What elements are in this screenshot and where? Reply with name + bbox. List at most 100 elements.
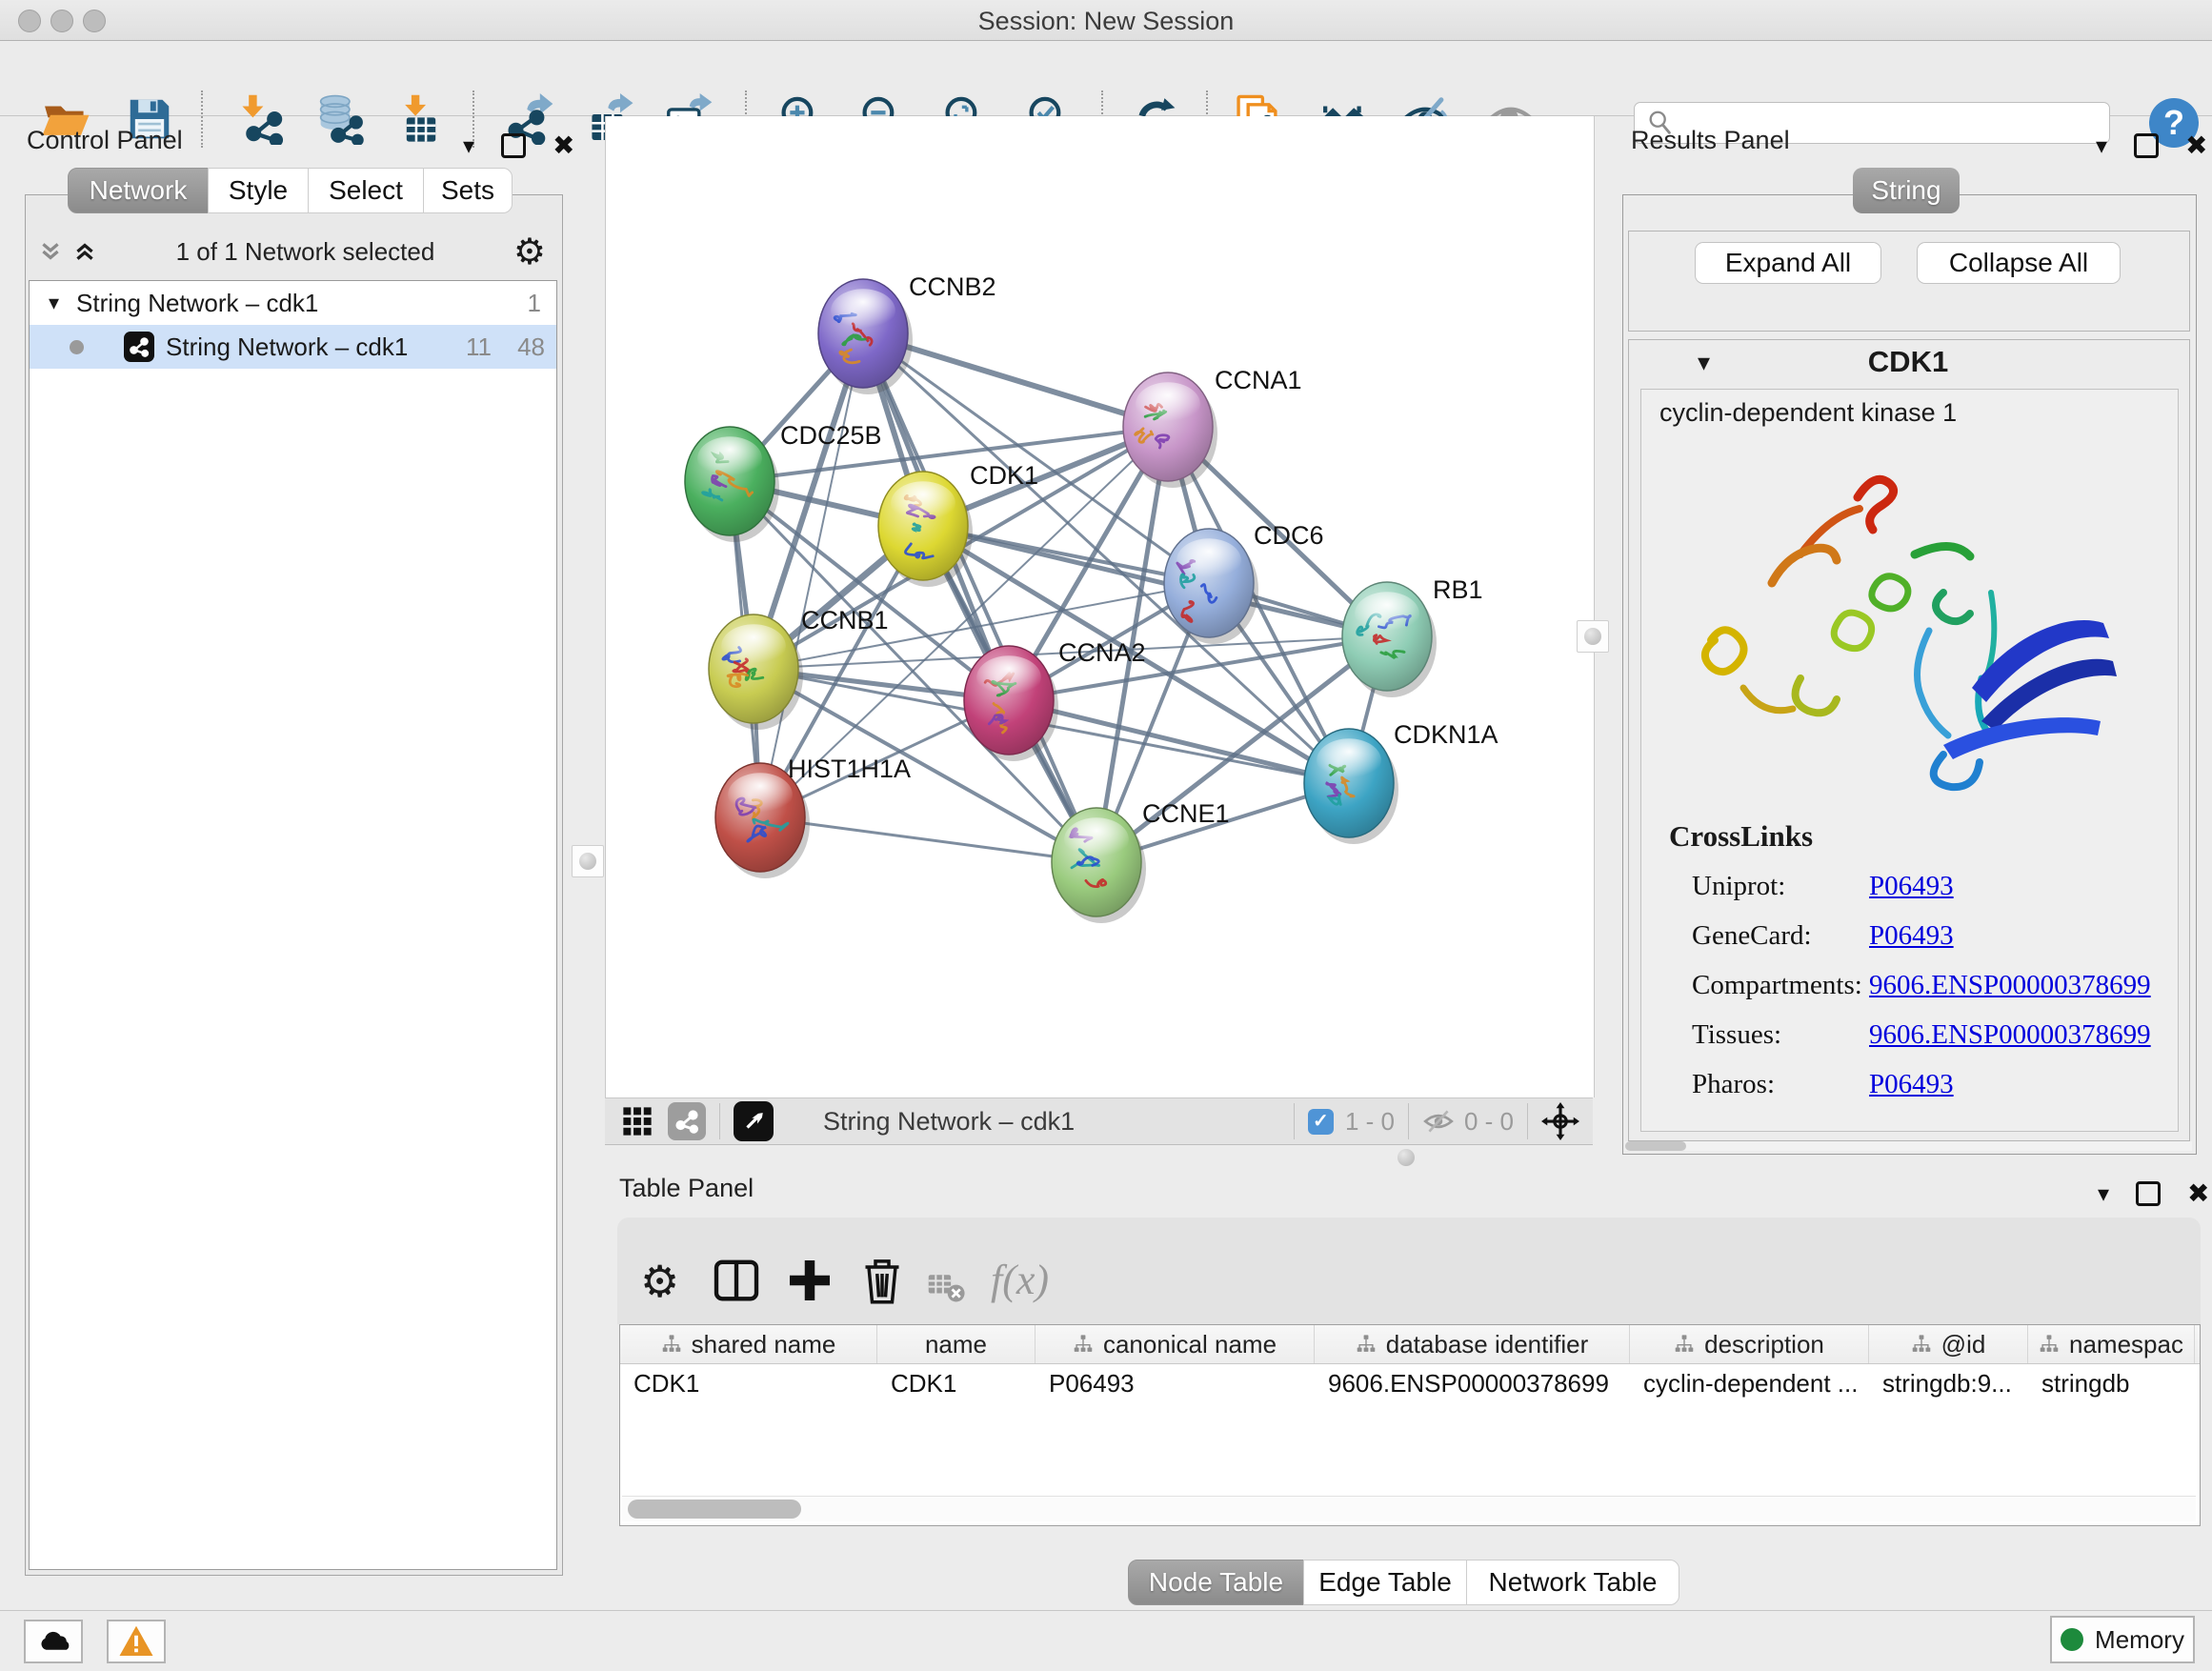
tab-string[interactable]: String <box>1853 168 1960 213</box>
show-columns-icon[interactable] <box>710 1254 763 1307</box>
network-node-CDK1[interactable] <box>878 472 973 587</box>
network-collection-label: String Network – cdk1 <box>76 289 318 318</box>
cloud-status-button[interactable] <box>24 1620 83 1663</box>
selected-checkbox-icon[interactable]: ✓ <box>1308 1109 1334 1135</box>
network-selection-status: 1 of 1 Network selected <box>97 237 513 267</box>
tree-expand-icon[interactable]: ▾ <box>49 292 59 315</box>
table-hscrollbar-thumb[interactable] <box>628 1500 801 1519</box>
network-node-CCNB1[interactable] <box>709 614 803 730</box>
table-panel-window-buttons: ▾ ✖ <box>2098 1178 2210 1209</box>
table-cell[interactable]: cyclin-dependent ... <box>1630 1364 1869 1402</box>
crosslink-row: GeneCard:P06493 <box>1692 911 2168 960</box>
table-hscrollbar[interactable] <box>622 1496 2196 1521</box>
selected-count: 1 - 0 <box>1345 1107 1395 1137</box>
network-node-CDKN1A[interactable] <box>1304 729 1398 844</box>
close-panel-icon[interactable]: ✖ <box>553 130 574 161</box>
column-header-name[interactable]: name <box>877 1325 1036 1363</box>
column-header--id[interactable]: @id <box>1869 1325 2028 1363</box>
tab-network[interactable]: Network <box>68 168 209 213</box>
network-node-CCNA2[interactable] <box>964 646 1058 761</box>
table-cell[interactable]: CDK1 <box>877 1364 1036 1402</box>
tab-edge-table[interactable]: Edge Table <box>1303 1560 1467 1605</box>
table-header-row: shared namenamecanonical namedatabase id… <box>620 1325 2200 1364</box>
footer-separator <box>1408 1103 1409 1139</box>
cloud-icon <box>34 1622 72 1661</box>
network-status-dot <box>70 340 84 354</box>
control-panel-title: Control Panel <box>27 126 183 155</box>
warning-status-button[interactable] <box>107 1620 166 1663</box>
table-cell[interactable]: 9606.ENSP00000378699 <box>1315 1364 1630 1402</box>
collapse-panel-icon[interactable]: ▾ <box>2096 132 2107 159</box>
collapse-all-networks-icon[interactable] <box>38 239 63 264</box>
network-options-gear-icon[interactable]: ⚙ <box>513 233 546 270</box>
table-cell[interactable]: stringdb:9... <box>1869 1364 2028 1402</box>
results-hscrollbar[interactable] <box>1625 1141 2192 1151</box>
hierarchy-icon <box>1911 1334 1932 1355</box>
tab-select[interactable]: Select <box>308 168 424 213</box>
crosslinks-heading: CrossLinks <box>1669 819 1813 854</box>
import-network-database-icon[interactable] <box>313 93 365 145</box>
navigator-icon[interactable] <box>734 1101 774 1141</box>
left-splitter-handle[interactable] <box>572 845 604 877</box>
crosslink-link[interactable]: 9606.ENSP00000378699 <box>1869 1019 2151 1051</box>
collapse-panel-icon[interactable]: ▾ <box>463 132 474 159</box>
network-canvas[interactable]: CCNB2CCNA1CDC25BCDK1CDC6RB1CCNB1CCNA2CDK… <box>605 116 1595 1097</box>
crosslink-row: Compartments:9606.ENSP00000378699 <box>1692 960 2168 1010</box>
float-panel-icon[interactable] <box>501 133 526 158</box>
grid-view-icon[interactable] <box>620 1104 654 1138</box>
crosslink-link[interactable]: 9606.ENSP00000378699 <box>1869 970 2151 1001</box>
crosslink-link[interactable]: P06493 <box>1869 920 1954 952</box>
network-node-RB1[interactable] <box>1342 582 1437 697</box>
table-options-gear-icon[interactable]: ⚙ <box>640 1259 679 1303</box>
network-graph[interactable]: CCNB2CCNA1CDC25BCDK1CDC6RB1CCNB1CCNA2CDK… <box>606 116 1594 1097</box>
memory-status-dot <box>2061 1628 2083 1651</box>
close-panel-icon[interactable]: ✖ <box>2185 130 2207 161</box>
table-cell[interactable]: stringdb <box>2028 1364 2195 1402</box>
import-table-icon[interactable] <box>395 93 447 145</box>
network-edge[interactable] <box>760 817 1096 862</box>
hidden-eye-icon[interactable] <box>1422 1105 1455 1137</box>
bottom-splitter-handle[interactable] <box>1398 1149 1415 1166</box>
crosslinks-list: Uniprot:P06493GeneCard:P06493Compartment… <box>1692 861 2168 1109</box>
tab-network-table[interactable]: Network Table <box>1466 1560 1679 1605</box>
tab-sets[interactable]: Sets <box>423 168 513 213</box>
crosslink-link[interactable]: P06493 <box>1869 871 1954 902</box>
crosshair-icon[interactable] <box>1541 1102 1579 1140</box>
network-badge-icon[interactable] <box>668 1102 706 1140</box>
collapse-panel-icon[interactable]: ▾ <box>2098 1180 2109 1207</box>
expand-all-button[interactable]: Expand All <box>1695 242 1881 284</box>
crosslink-link[interactable]: P06493 <box>1869 1069 1954 1100</box>
add-column-icon[interactable] <box>783 1254 836 1307</box>
float-panel-icon[interactable] <box>2136 1181 2161 1206</box>
column-header-database-identifier[interactable]: database identifier <box>1315 1325 1630 1363</box>
tab-node-table[interactable]: Node Table <box>1128 1560 1304 1605</box>
right-splitter-handle[interactable] <box>1577 620 1609 653</box>
node-count: 11 <box>466 332 492 362</box>
close-panel-icon[interactable]: ✖ <box>2187 1178 2209 1209</box>
protein-structure-image <box>1658 440 2162 816</box>
table-cell[interactable]: P06493 <box>1036 1364 1315 1402</box>
hierarchy-icon <box>1073 1334 1094 1355</box>
network-row[interactable]: String Network – cdk1 11 48 <box>30 325 556 369</box>
hidden-count: 0 - 0 <box>1464 1107 1514 1137</box>
toolbar-separator <box>201 91 203 148</box>
float-panel-icon[interactable] <box>2134 133 2159 158</box>
table-cell[interactable]: CDK1 <box>620 1364 877 1402</box>
network-collection-row[interactable]: ▾ String Network – cdk1 1 <box>30 281 556 325</box>
network-node-CCNA1[interactable] <box>1123 372 1217 488</box>
table-row[interactable]: CDK1CDK1P064939606.ENSP00000378699cyclin… <box>620 1364 2200 1402</box>
expand-all-networks-icon[interactable] <box>72 239 97 264</box>
collapse-all-button[interactable]: Collapse All <box>1917 242 2121 284</box>
column-header-description[interactable]: description <box>1630 1325 1869 1363</box>
delete-column-icon[interactable] <box>855 1254 909 1307</box>
column-header-shared-name[interactable]: shared name <box>620 1325 877 1363</box>
import-network-file-icon[interactable] <box>234 93 286 145</box>
network-node-CCNB2[interactable] <box>818 279 913 394</box>
network-node-CCNE1[interactable] <box>1052 808 1146 923</box>
crosslink-label: Pharos: <box>1692 1069 1869 1100</box>
tab-style[interactable]: Style <box>208 168 309 213</box>
footer-separator <box>719 1103 720 1139</box>
memory-button[interactable]: Memory <box>2050 1616 2195 1663</box>
column-header-namespac[interactable]: namespac <box>2028 1325 2195 1363</box>
column-header-canonical-name[interactable]: canonical name <box>1036 1325 1315 1363</box>
